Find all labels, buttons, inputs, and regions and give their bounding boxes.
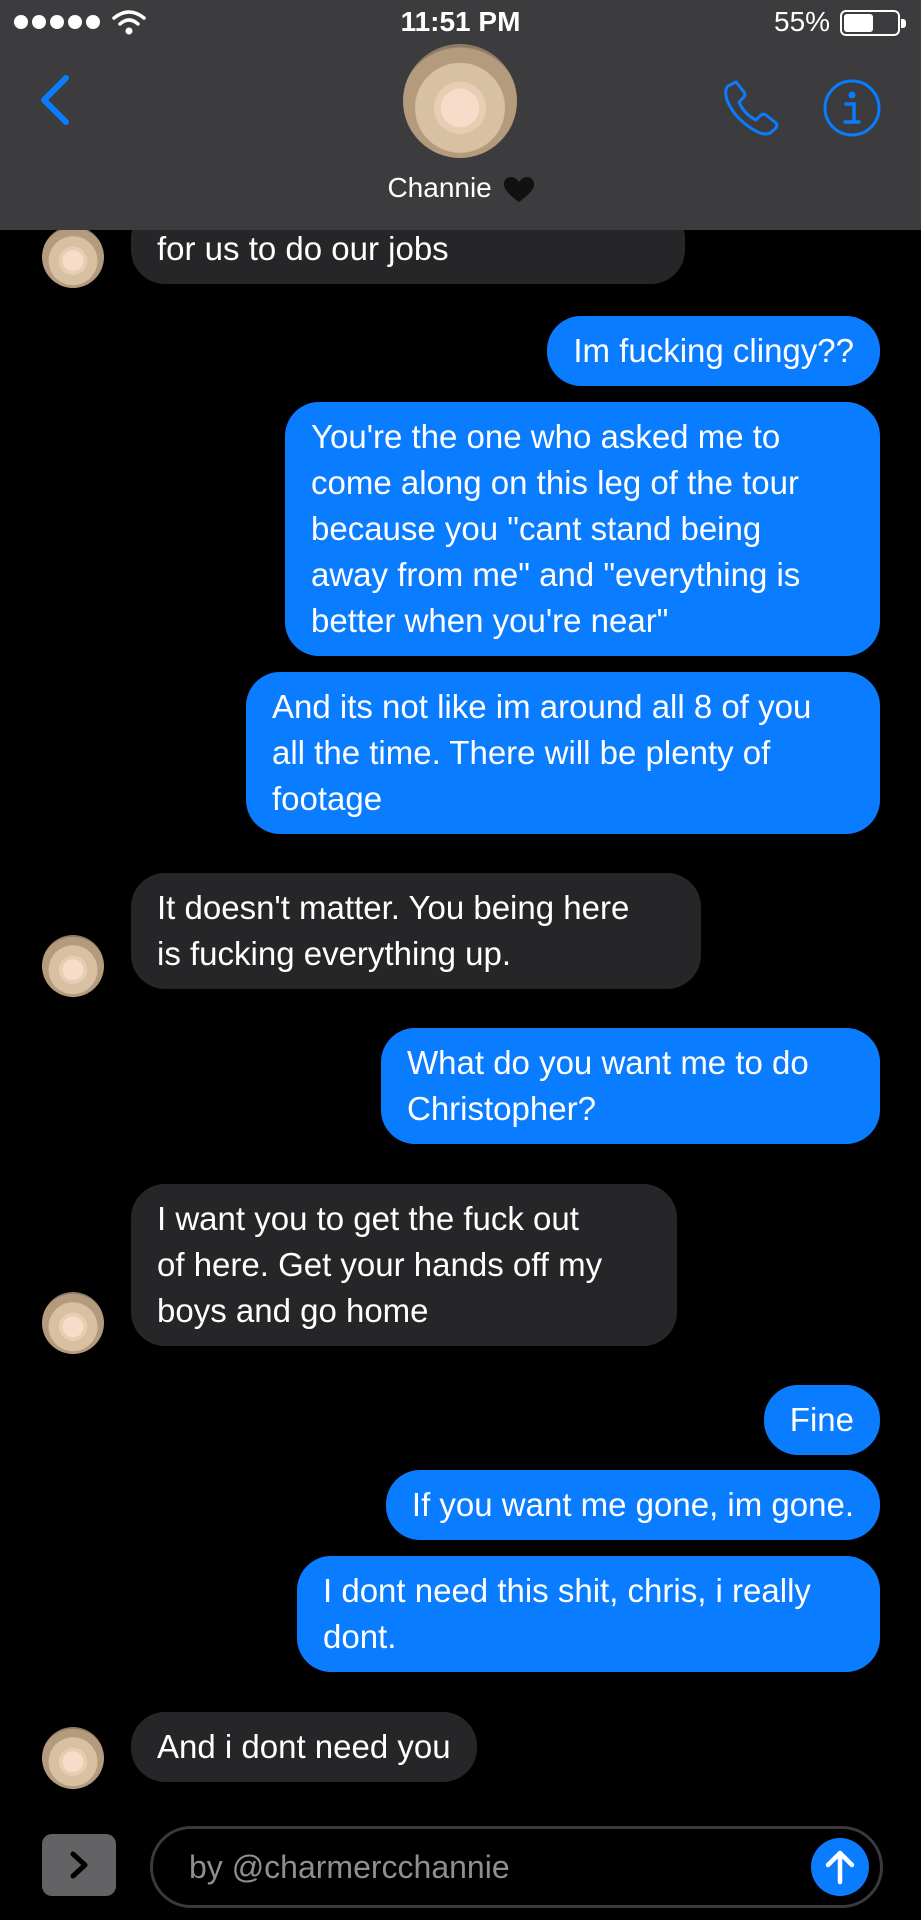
message-bubble-outgoing[interactable]: Im fucking clingy??: [547, 316, 880, 386]
sender-avatar: [42, 935, 104, 997]
message-bubble-incoming[interactable]: I want you to get the fuck out of here. …: [131, 1184, 677, 1346]
contact-name-button[interactable]: Channie: [0, 172, 921, 204]
battery-percent: 55%: [774, 6, 831, 37]
info-icon[interactable]: [822, 78, 882, 138]
sender-avatar: [42, 226, 104, 288]
message-input[interactable]: [150, 1826, 883, 1908]
message-bubble-outgoing[interactable]: If you want me gone, im gone.: [385, 1470, 880, 1540]
message-bubble-outgoing[interactable]: Fine: [763, 1385, 880, 1455]
apps-chevron-icon: [70, 1851, 88, 1879]
sender-avatar: [42, 1292, 104, 1354]
message-bubble-outgoing[interactable]: What do you want me to do Christopher?: [381, 1028, 880, 1144]
message-bubble-outgoing[interactable]: And its not like im around all 8 of you …: [246, 672, 880, 834]
message-bubble-outgoing[interactable]: You're the one who asked me to come alon…: [285, 402, 880, 656]
phone-icon[interactable]: [722, 78, 780, 136]
black-heart-icon: [503, 176, 534, 202]
battery-icon: [840, 10, 906, 36]
message-bubble-outgoing[interactable]: I dont need this shit, chris, i really d…: [297, 1556, 880, 1672]
conversation-header: 11:51 PM 55% Channie: [0, 0, 921, 230]
send-arrow-icon: [825, 1850, 855, 1885]
contact-avatar[interactable]: [403, 44, 517, 158]
back-chevron-icon[interactable]: [34, 70, 78, 130]
message-bubble-incoming[interactable]: It doesn't matter. You being here is fuc…: [131, 873, 701, 989]
send-button[interactable]: [811, 1838, 869, 1896]
apps-button[interactable]: [42, 1834, 116, 1896]
message-bubble-incoming[interactable]: And i dont need you: [131, 1712, 477, 1782]
sender-avatar: [42, 1727, 104, 1789]
contact-name: Channie: [387, 172, 492, 203]
status-bar: 11:51 PM 55%: [0, 0, 921, 46]
